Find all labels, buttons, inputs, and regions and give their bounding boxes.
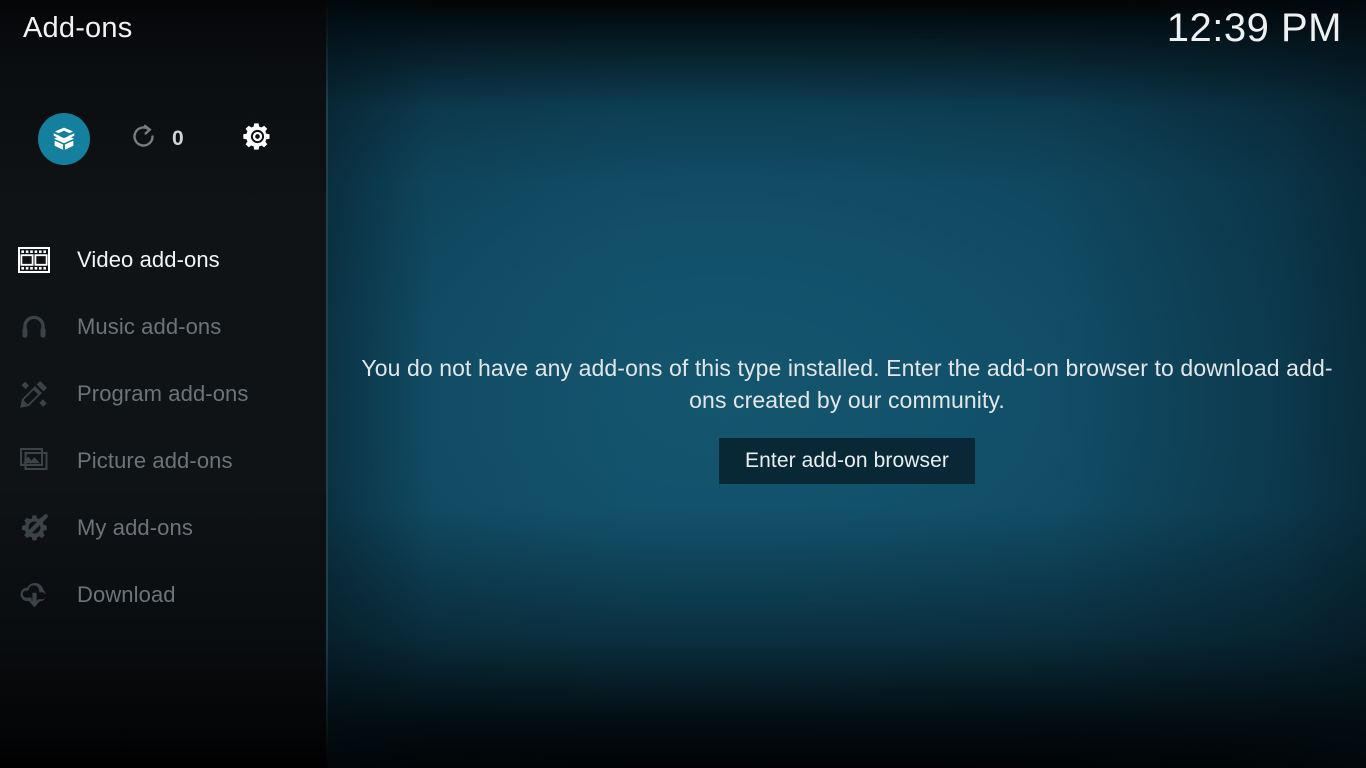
sidebar-item-label: Video add-ons xyxy=(77,246,220,272)
sidebar-item-music-addons[interactable]: Music add-ons xyxy=(0,293,328,360)
gear-screwdriver-icon xyxy=(16,512,52,544)
open-box-icon xyxy=(38,113,90,165)
pencil-ruler-icon xyxy=(16,378,52,410)
sidebar-item-label: Music add-ons xyxy=(77,313,222,339)
addon-browser-button[interactable] xyxy=(38,110,90,168)
sidebar-item-picture-addons[interactable]: Picture add-ons xyxy=(0,427,328,494)
picture-icon xyxy=(16,445,52,477)
refresh-icon xyxy=(130,123,157,155)
main-content: You do not have any add-ons of this type… xyxy=(328,0,1366,768)
sidebar-item-program-addons[interactable]: Program add-ons xyxy=(0,360,328,427)
sidebar-item-label: Picture add-ons xyxy=(77,447,233,473)
page-title: Add-ons xyxy=(23,12,133,44)
sidebar: Add-ons 0 Video add-ons Music add-ons Pr… xyxy=(0,0,328,768)
gear-icon xyxy=(242,121,273,157)
sidebar-item-label: Download xyxy=(77,581,176,607)
empty-state-message: You do not have any add-ons of this type… xyxy=(361,355,1333,413)
cloud-download-icon xyxy=(16,579,52,611)
enter-addon-browser-button[interactable]: Enter add-on browser xyxy=(719,438,975,484)
update-count: 0 xyxy=(172,127,184,150)
addon-settings-button[interactable] xyxy=(242,110,273,168)
sidebar-item-label: Program add-ons xyxy=(77,380,249,406)
sidebar-item-video-addons[interactable]: Video add-ons xyxy=(0,226,328,293)
addons-toolbar: 0 xyxy=(0,110,328,168)
sidebar-item-download[interactable]: Download xyxy=(0,561,328,628)
headphones-icon xyxy=(16,311,52,343)
film-strip-icon xyxy=(16,244,52,276)
sidebar-item-my-addons[interactable]: My add-ons xyxy=(0,494,328,561)
addons-category-menu: Video add-ons Music add-ons Program add-… xyxy=(0,226,328,628)
kodi-addons-screen: Add-ons 0 Video add-ons Music add-ons Pr… xyxy=(0,0,1366,768)
updates-button[interactable]: 0 xyxy=(130,110,184,168)
sidebar-item-label: My add-ons xyxy=(77,514,193,540)
